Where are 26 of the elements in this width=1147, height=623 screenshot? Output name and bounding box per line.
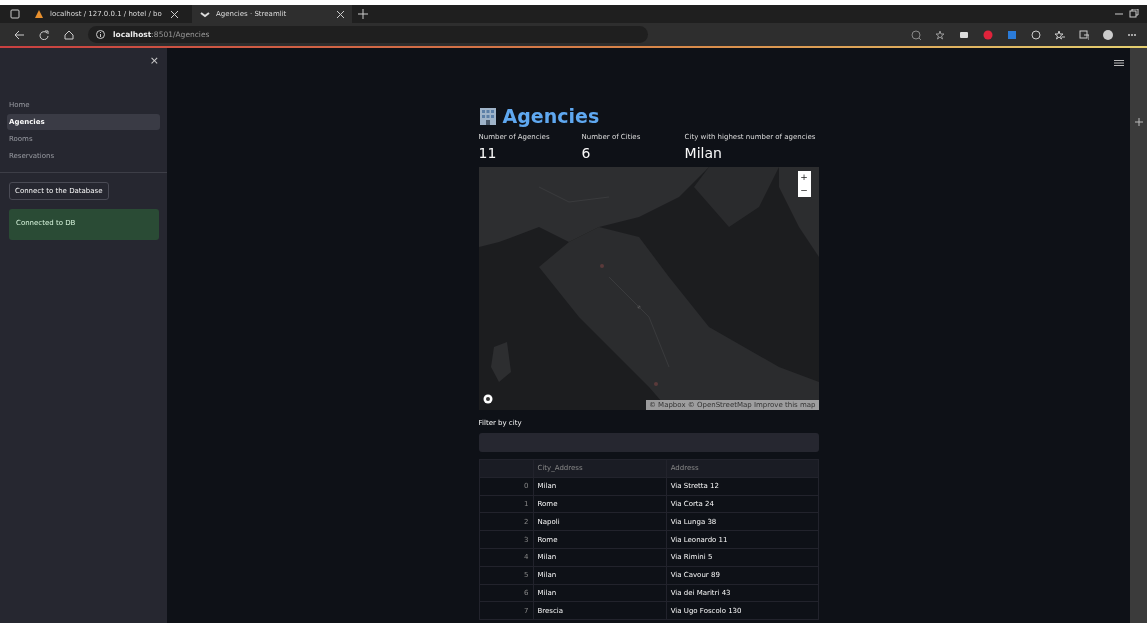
filter-input-field[interactable]	[478, 433, 819, 452]
metric-value: Milan	[684, 145, 723, 161]
close-icon[interactable]	[337, 10, 344, 18]
metric-value: 11	[478, 145, 498, 161]
star-icon[interactable]	[935, 29, 945, 40]
triangle-icon	[34, 9, 44, 19]
adblock-icon[interactable]	[983, 29, 993, 40]
restore-icon[interactable]	[1129, 9, 1139, 19]
refresh-icon[interactable]	[39, 29, 50, 40]
metric-value: 6	[581, 145, 592, 161]
collections-icon[interactable]	[1079, 29, 1089, 40]
new-tab-icon[interactable]	[358, 9, 368, 19]
close-button[interactable]: ×	[149, 54, 159, 67]
zoom-icon[interactable]	[911, 29, 921, 40]
home-icon[interactable]	[64, 29, 74, 40]
tab-actions-icon[interactable]	[10, 9, 20, 19]
back-icon[interactable]	[14, 29, 25, 40]
extension-icon[interactable]	[959, 29, 969, 40]
favorites-icon[interactable]	[1055, 29, 1065, 40]
office-building-icon	[478, 107, 497, 125]
page-title: Agencies	[502, 105, 600, 127]
mapbox-logo-icon[interactable]	[482, 394, 493, 404]
menu-icon[interactable]	[1114, 60, 1124, 66]
plus-icon[interactable]	[1134, 118, 1143, 126]
profile-avatar-icon[interactable]	[1103, 29, 1113, 40]
close-icon[interactable]	[171, 10, 178, 18]
